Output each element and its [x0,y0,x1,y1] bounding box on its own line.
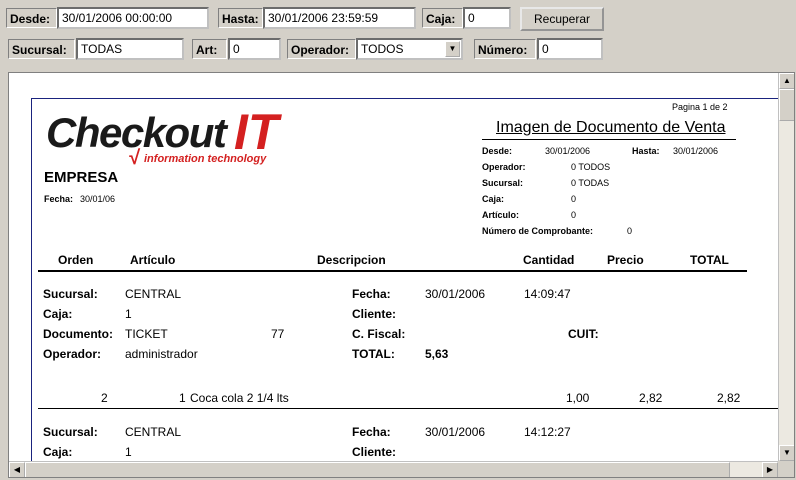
doc2-sucursal-value: CENTRAL [125,425,182,439]
filter-desde-label: Desde: [482,146,513,156]
report-date-label: Fecha: [44,194,74,204]
scroll-left-icon[interactable]: ◀ [9,462,25,477]
company-name: EMPRESA [44,169,119,186]
document-separator [38,408,779,409]
header-rule [38,270,747,272]
doc2-sucursal-label: Sucursal: [43,425,98,439]
item-precio: 2,82 [639,391,663,405]
page-indicator: Pagina 1 de 2 [672,102,728,112]
hasta-input[interactable]: 30/01/2006 23:59:59 [263,7,416,29]
column-header-descripcion: Descripcion [317,253,386,267]
doc2-caja-value: 1 [125,445,132,459]
logo-check-mark: √ [128,147,139,169]
item-articulo: 1 [179,391,186,405]
hasta-label: Hasta: [218,8,263,28]
doc1-cliente-label: Cliente: [352,307,397,321]
doc1-fecha-value: 30/01/2006 [425,287,486,301]
column-header-orden: Orden [58,253,94,267]
operador-select[interactable]: TODOS ▼ [356,38,463,60]
filter-caja-label: Caja: [482,194,505,204]
doc1-sucursal-value: CENTRAL [125,287,182,301]
doc2-caja-label: Caja: [43,445,73,459]
report-viewer[interactable]: Pagina 1 de 2 Checkout IT √ information … [8,72,795,478]
sucursal-label: Sucursal: [8,39,75,59]
report-page: Pagina 1 de 2 Checkout IT √ information … [31,98,779,477]
scroll-up-icon[interactable]: ▲ [779,73,794,89]
column-header-articulo: Artículo [130,253,176,267]
filter-sucursal-label: Sucursal: [482,178,524,188]
filter-hasta-value: 30/01/2006 [673,146,719,156]
doc2-hora-value: 14:12:27 [524,425,571,439]
filter-comprobante-value: 0 [627,226,633,236]
doc1-documento-value: TICKET [125,327,168,341]
recuperar-button[interactable]: Recuperar [520,7,604,31]
doc2-fecha-label: Fecha: [352,425,391,439]
doc1-total-label: TOTAL: [352,347,395,361]
scrollbar-corner [778,461,794,477]
doc1-cuit-label: CUIT: [568,327,599,341]
scroll-down-icon[interactable]: ▼ [779,445,794,461]
filter-desde-value: 30/01/2006 [545,146,591,156]
filter-articulo-value: 0 [571,210,577,220]
doc1-hora-value: 14:09:47 [524,287,571,301]
filter-operador-value: 0 TODOS [571,162,611,172]
desde-label: Desde: [6,8,57,28]
art-label: Art: [192,39,227,59]
operador-select-value: TODOS [361,42,404,56]
chevron-down-icon[interactable]: ▼ [445,41,460,57]
filter-articulo-label: Artículo: [482,210,519,220]
item-cantidad: 1,00 [566,391,590,405]
doc1-sucursal-label: Sucursal: [43,287,98,301]
doc1-caja-label: Caja: [43,307,73,321]
filter-sucursal-value: 0 TODAS [571,178,610,188]
art-input[interactable]: 0 [228,38,281,60]
item-orden: 2 [101,391,108,405]
doc1-caja-value: 1 [125,307,132,321]
numero-input[interactable]: 0 [537,38,603,60]
scroll-right-icon[interactable]: ▶ [762,462,778,477]
logo-tagline: information technology [144,153,267,165]
doc1-documento-label: Documento: [43,327,113,341]
vertical-scrollbar[interactable]: ▲ ▼ [778,73,794,461]
filter-comprobante-label: Número de Comprobante: [482,226,594,236]
horizontal-scrollbar[interactable]: ◀ ▶ [9,461,778,477]
caja-label: Caja: [422,8,463,28]
doc1-documento-number: 77 [271,327,285,341]
column-header-total: TOTAL [690,253,729,267]
column-header-cantidad: Cantidad [523,253,575,267]
report-title: Imagen de Documento de Venta [496,119,726,136]
item-descripcion: Coca cola 2 1/4 lts [190,391,289,405]
numero-label: Número: [474,39,536,59]
title-rule [482,139,736,140]
doc1-cfiscal-label: C. Fiscal: [352,327,406,341]
filter-caja-value: 0 [571,194,577,204]
vertical-scroll-thumb[interactable] [779,89,794,121]
doc1-operador-label: Operador: [43,347,102,361]
item-total: 2,82 [717,391,741,405]
checkout-it-logo: Checkout IT √ information technology [46,104,296,173]
doc2-cliente-label: Cliente: [352,445,397,459]
operador-label: Operador: [287,39,356,59]
caja-input[interactable]: 0 [463,7,511,29]
horizontal-scroll-thumb[interactable] [25,462,730,477]
filter-operador-label: Operador: [482,162,526,172]
doc2-fecha-value: 30/01/2006 [425,425,486,439]
doc1-fecha-label: Fecha: [352,287,391,301]
filter-hasta-label: Hasta: [632,146,660,156]
doc1-total-value: 5,63 [425,347,449,361]
doc1-operador-value: administrador [125,347,198,361]
desde-input[interactable]: 30/01/2006 00:00:00 [57,7,209,29]
report-date-value: 30/01/06 [80,194,116,204]
column-header-precio: Precio [607,253,644,267]
sucursal-input[interactable]: TODAS [76,38,184,60]
